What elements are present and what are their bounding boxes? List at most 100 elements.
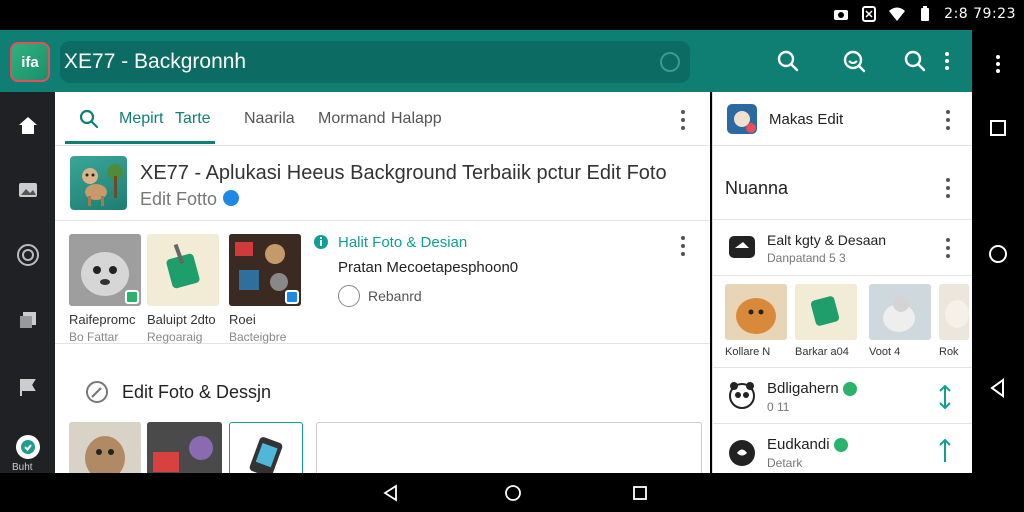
system-nav-right	[972, 30, 1024, 473]
overflow-menu-button[interactable]	[932, 46, 962, 76]
more-vert-icon[interactable]	[945, 178, 951, 198]
side-item-3-title-text: Eudkandi	[767, 436, 830, 453]
side-thumb-4[interactable]	[939, 284, 969, 340]
gallery-sub-1: Bo Fattar	[69, 330, 119, 344]
main-panel: Mepirt Tarte Naarila Mormand Halapp XE77…	[55, 92, 710, 473]
side-thumb-2[interactable]	[795, 284, 857, 340]
side-thumb-1[interactable]	[725, 284, 787, 340]
rebrand-label: Rebanrd	[368, 288, 422, 304]
back-triangle-icon	[990, 378, 1004, 398]
side-thumb-3[interactable]	[869, 284, 931, 340]
gallery-sub-3: Bacteigbre	[229, 330, 287, 344]
back-system-button[interactable]	[986, 376, 1010, 400]
search-button[interactable]	[773, 46, 803, 76]
detail-title[interactable]: Halit Foto & Desian	[338, 234, 467, 251]
home-button[interactable]	[504, 484, 522, 502]
layers-icon	[20, 312, 36, 328]
detail-subtitle: Pratan Mecoetapesphoon0	[338, 259, 519, 276]
side-item-3-sub: Detark	[767, 456, 803, 470]
side-header-row[interactable]: Makas Edit	[713, 92, 972, 146]
app-thumbnail	[70, 156, 127, 210]
gallery-thumb-2[interactable]	[147, 234, 219, 306]
side-item-2-title-text: Bdligahern	[767, 380, 839, 397]
side-header-title: Makas Edit	[769, 111, 844, 128]
home-system-button[interactable]	[986, 242, 1010, 266]
side-item-3[interactable]: Eudkandi Detark	[713, 424, 972, 473]
back-triangle-icon	[383, 484, 397, 502]
more-vert-icon[interactable]	[680, 110, 686, 130]
rail-home[interactable]	[15, 112, 41, 138]
status-time: 2:8 79:23	[944, 6, 1016, 22]
verified-icon	[842, 382, 857, 397]
gallery-label-2: Baluipt 2dto	[147, 312, 216, 327]
app-logo[interactable]: ifa	[10, 42, 50, 82]
screenshot-icon	[862, 6, 877, 22]
section2-title: Edit Foto & Dessjn	[122, 382, 272, 402]
status-icons: 2:8 79:23	[832, 5, 1016, 23]
section2-thumb-1[interactable]	[69, 422, 141, 473]
tab-tarte[interactable]: Tarte	[175, 110, 211, 128]
section2-thumb-3[interactable]	[229, 422, 303, 473]
vertical-arrows-icon[interactable]	[937, 384, 953, 410]
side-thumbs-row: Kollare N Barkar a04 Voot 4 Rok	[713, 276, 972, 368]
app-search-bar[interactable]: XE77 - Backgronnh	[60, 41, 690, 83]
rebrand-action[interactable]: Rebanrd	[338, 285, 422, 307]
edit-app-icon	[729, 236, 755, 258]
profile-icon	[16, 435, 40, 459]
recents-button-bottom[interactable]	[631, 484, 649, 502]
chat-avatar-icon	[729, 440, 755, 466]
more-vert-icon	[945, 52, 949, 70]
app-info-card[interactable]: XE77 - Aplukasi Heeus Background Terbaii…	[55, 147, 710, 221]
tab-naarila[interactable]: Naarila	[244, 110, 295, 128]
arrow-up-icon[interactable]	[937, 438, 953, 464]
dog-photo	[939, 284, 969, 340]
rail-profile[interactable]	[15, 434, 41, 460]
gallery-label-3: Roei	[229, 312, 256, 327]
verified-icon	[223, 190, 240, 207]
image-icon	[19, 183, 37, 197]
phone-photo	[249, 437, 283, 473]
system-menu-button[interactable]	[986, 52, 1010, 76]
more-vert-icon[interactable]	[680, 236, 686, 256]
side-item-2[interactable]: Bdligahern 0 11	[713, 368, 972, 424]
rail-gallery[interactable]	[15, 177, 41, 203]
search-icon[interactable]	[79, 109, 99, 129]
more-vert-icon[interactable]	[945, 238, 951, 258]
tab-mormand[interactable]: Mormand	[318, 110, 386, 128]
gallery-thumb-3[interactable]	[229, 234, 301, 306]
face-scan-button[interactable]	[839, 46, 869, 76]
dog-photo	[69, 422, 141, 473]
tab-mepirt[interactable]: Mepirt	[119, 110, 163, 128]
side-item-1[interactable]: Ealt kgty & Desaan Danpatand 5 3	[713, 220, 972, 276]
rail-flag[interactable]	[15, 374, 41, 400]
dog-photo	[725, 284, 787, 340]
more-vert-icon	[996, 55, 1000, 73]
gallery-thumb-1[interactable]	[69, 234, 141, 306]
app-avatar-icon	[727, 104, 757, 134]
tab-halapp[interactable]: Halapp	[391, 110, 442, 128]
side-item-3-title: Eudkandi	[767, 436, 848, 453]
rail-target[interactable]	[15, 242, 41, 268]
circle-icon	[989, 245, 1007, 263]
dog-illustration	[82, 164, 123, 206]
app-subtitle-text: Edit Fotto	[140, 189, 218, 209]
mic-icon[interactable]	[660, 52, 680, 72]
side-section-title: Nuanna	[725, 178, 789, 198]
app-logo-text: ifa	[21, 53, 39, 71]
search-button-2[interactable]	[900, 46, 930, 76]
back-button[interactable]	[382, 484, 400, 502]
gallery-sub-2: Regoaraig	[147, 330, 203, 344]
circle-icon	[505, 485, 521, 501]
section2-thumb-2[interactable]	[147, 422, 222, 473]
side-item-2-title: Bdligahern	[767, 380, 857, 397]
recents-button[interactable]	[986, 116, 1010, 140]
active-tab-indicator	[65, 141, 215, 144]
target-icon	[17, 244, 39, 266]
more-vert-icon[interactable]	[945, 110, 951, 130]
square-icon	[633, 486, 647, 500]
rail-layers[interactable]	[15, 307, 41, 333]
side-item-1-title: Ealt kgty & Desaan	[767, 232, 887, 248]
face-scan-icon	[843, 50, 866, 73]
side-panel: Makas Edit Nuanna Ealt kgty & Desaan Dan…	[712, 92, 972, 473]
info-icon	[314, 235, 328, 249]
